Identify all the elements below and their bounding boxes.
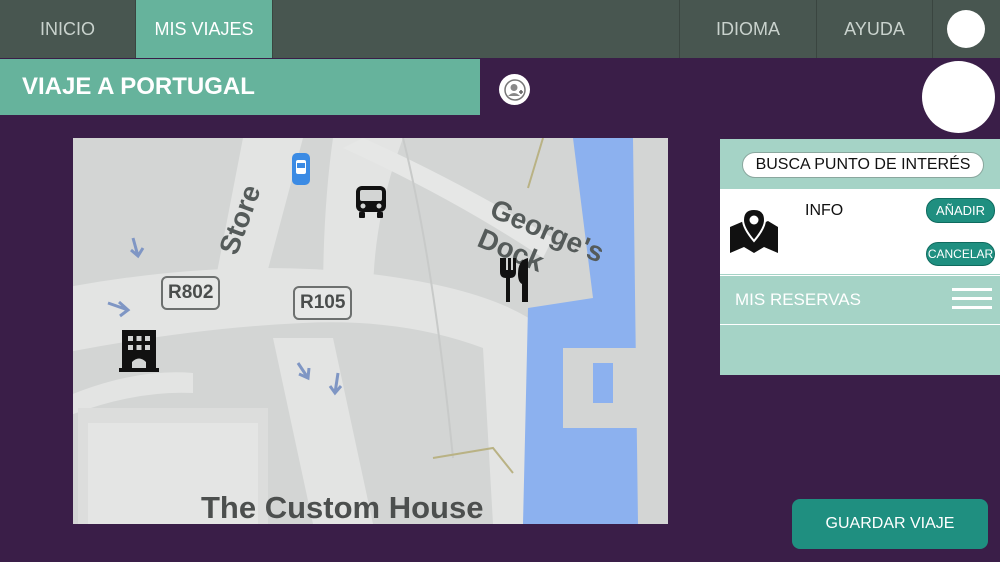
road-shield-r105: R105 [293,286,353,320]
nav-inicio[interactable]: INICIO [0,0,136,58]
restaurant-icon[interactable] [498,258,532,307]
cancel-button[interactable]: CANCELAR [926,242,995,266]
save-trip-button[interactable]: GUARDAR VIAJE [792,499,988,549]
add-user-icon [503,78,526,101]
map-view[interactable]: Store George's Dock R802 R105 The Custom… [73,138,668,524]
menu-icon[interactable] [952,288,992,314]
nav-ayuda[interactable]: AYUDA [817,0,933,58]
road-shield-r802: R802 [161,276,221,310]
mis-reservas-row[interactable]: MIS RESERVAS [720,275,1000,325]
page-title: VIAJE A PORTUGAL [0,59,480,115]
add-button[interactable]: AÑADIR [926,198,995,223]
nav-idioma[interactable]: IDIOMA [679,0,817,58]
search-poi-input[interactable]: BUSCA PUNTO DE INTERÉS [742,152,984,178]
nav-mis-viajes[interactable]: MIS VIAJES [136,0,273,58]
bus-icon[interactable] [353,185,389,224]
bus-stop-icon[interactable] [291,152,311,191]
nav-avatar[interactable] [947,10,985,48]
map-place-label: The Custom House [201,490,484,524]
info-label: INFO [805,202,844,219]
map-pin-icon [730,209,778,253]
add-user-button[interactable] [499,74,530,105]
poi-panel: BUSCA PUNTO DE INTERÉS INFO AÑADIR CANCE… [720,139,1000,375]
top-navigation: INICIO MIS VIAJES IDIOMA AYUDA [0,0,1000,58]
mis-reservas-label: MIS RESERVAS [735,290,861,309]
hotel-icon[interactable] [119,330,159,377]
profile-avatar[interactable] [922,61,995,133]
info-box: INFO AÑADIR CANCELAR [720,189,1000,274]
